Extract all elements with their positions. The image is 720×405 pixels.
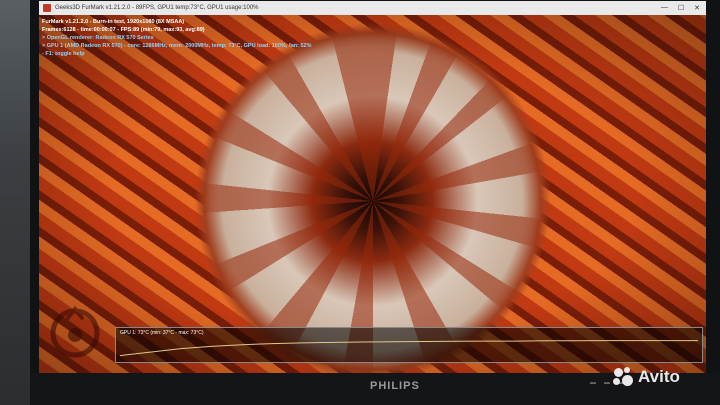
close-button[interactable]: ✕ [694,4,700,12]
temperature-graph: GPU 1: 73°C (min: 37°C - max: 73°C) [115,327,703,363]
osd-button[interactable]: ▬ [604,380,610,386]
overlay-line-gpu: > GPU 1 (AMD Radeon RX 570) - core: 1286… [42,43,312,49]
osd-button[interactable]: ▬ [590,380,596,386]
temperature-graph-line [119,340,698,357]
overlay-line-renderer: > OpenGL renderer: Radeon RX 570 Series [42,35,154,41]
overlay-line-frames: Frames:6128 - time:00:00:07 - FPS:89 (mi… [42,27,205,33]
furmark-render-view [39,15,706,373]
temperature-graph-plot [119,340,698,357]
furmark-app-icon [43,4,51,12]
stats-overlay: FurMark v1.21.2.0 - Burn-in test, 1920x1… [42,18,311,58]
monitor: Geeks3D FurMark v1.21.2.0 - 89FPS, GPU1 … [30,0,720,405]
window-titlebar[interactable]: Geeks3D FurMark v1.21.2.0 - 89FPS, GPU1 … [39,1,706,15]
window-controls: — ☐ ✕ [661,4,700,12]
avito-watermark: Avito [612,366,680,388]
overlay-line-title: FurMark v1.21.2.0 - Burn-in test, 1920x1… [42,19,185,25]
fur-donut [192,21,553,373]
maximize-button[interactable]: ☐ [678,4,684,12]
overlay-line-help: - F1: toggle help [42,51,85,57]
furmark-logo-icon [50,305,100,358]
minimize-button[interactable]: — [661,4,668,12]
window-title: Geeks3D FurMark v1.21.2.0 - 89FPS, GPU1 … [55,5,259,11]
monitor-brand-logo: PHILIPS [370,380,420,392]
avito-watermark-text: Avito [638,367,680,386]
monitor-screen: Geeks3D FurMark v1.21.2.0 - 89FPS, GPU1 … [39,1,706,373]
avito-logo-icon [612,366,634,388]
